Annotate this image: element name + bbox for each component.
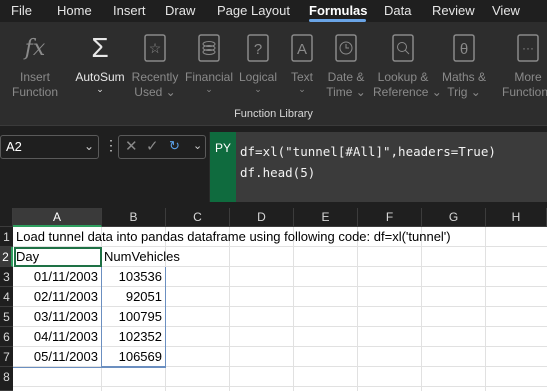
lookup-reference-button[interactable]: Lookup & Reference ⌄: [373, 32, 442, 100]
cell-a6[interactable]: 04/11/2003: [13, 327, 102, 347]
menu-formulas[interactable]: Formulas: [309, 3, 368, 18]
column-header-h[interactable]: H: [486, 208, 547, 227]
autosum-label: AutoSum: [75, 70, 125, 84]
python-formula-editor[interactable]: PY df=xl("tunnel[#All]",headers=True) df…: [209, 132, 547, 202]
svg-text:θ: θ: [460, 41, 468, 58]
clock-book-icon: [316, 32, 376, 64]
text-label: Text: [290, 70, 313, 84]
theta-book-icon: θ: [434, 32, 494, 64]
chevron-down-icon: ⌄: [96, 84, 104, 94]
check-icon[interactable]: ✓: [146, 137, 159, 155]
cell-a4[interactable]: 02/11/2003: [13, 287, 102, 307]
python-output-icon[interactable]: ↻: [169, 138, 180, 154]
date-time-button[interactable]: Date & Time ⌄: [316, 32, 376, 100]
menu-home[interactable]: Home: [57, 3, 92, 18]
table-border-bottom: [13, 367, 166, 368]
function-library-label: Function Library: [234, 108, 313, 120]
svg-text:?: ?: [254, 41, 262, 58]
spreadsheet-grid[interactable]: A B C D E F G H 1 2 3 4 5 6 7 8 Load tun…: [0, 208, 547, 391]
row-header-2[interactable]: 2: [0, 247, 13, 267]
row-header-6[interactable]: 6: [0, 327, 13, 347]
recently-used-label-2: Used: [134, 85, 163, 99]
svg-text:A: A: [297, 41, 307, 58]
row-header-8[interactable]: 8: [0, 367, 13, 391]
maths-trig-label: Maths &: [441, 70, 486, 84]
insert-function-label-2: Function: [11, 85, 59, 99]
more-book-icon: ···: [498, 32, 547, 64]
column-header-e[interactable]: E: [294, 208, 358, 227]
cell-a1[interactable]: Load tunnel data into pandas dataframe u…: [16, 227, 451, 247]
menu-bar: File Home Insert Draw Page Layout Formul…: [0, 0, 547, 22]
more-options-icon[interactable]: ⋮: [104, 137, 118, 154]
code-line-1: df=xl("tunnel[#All]",headers=True): [240, 144, 496, 159]
column-header-a[interactable]: A: [13, 208, 102, 227]
column-header-g[interactable]: G: [422, 208, 486, 227]
maths-trig-label-2: Trig: [447, 85, 468, 99]
cell-a3[interactable]: 01/11/2003: [13, 267, 102, 287]
cell-a7[interactable]: 05/11/2003: [13, 347, 102, 367]
row-header-4[interactable]: 4: [0, 287, 13, 307]
more-functions-button[interactable]: ··· MoreFunctions: [498, 32, 547, 100]
column-header-d[interactable]: D: [230, 208, 294, 227]
chevron-down-icon: ⌄: [83, 139, 94, 153]
recently-used-button[interactable]: ☆ Recently Used ⌄: [125, 32, 185, 100]
column-header-b[interactable]: B: [102, 208, 166, 227]
maths-trig-button[interactable]: θ Maths & Trig ⌄: [434, 32, 494, 100]
star-book-icon: ☆: [125, 32, 185, 64]
search-book-icon: [373, 32, 433, 64]
autosum-button[interactable]: Σ AutoSum ⌄: [70, 32, 130, 94]
table-border: [101, 267, 166, 367]
ribbon: fx Insert Function Σ AutoSum ⌄ ☆ Recently…: [0, 22, 547, 126]
cell-a5[interactable]: 03/11/2003: [13, 307, 102, 327]
menu-view[interactable]: View: [492, 3, 520, 18]
svg-text:☆: ☆: [149, 40, 162, 56]
more-functions-label: More: [514, 70, 542, 84]
more-functions-label-2: Functions: [501, 85, 547, 99]
cancel-icon[interactable]: ✕: [125, 137, 138, 155]
select-all-corner[interactable]: [0, 208, 13, 227]
insert-function-label: Insert: [19, 70, 50, 84]
python-badge-label: PY: [215, 141, 232, 155]
menu-page-layout[interactable]: Page Layout: [217, 3, 290, 18]
lookup-reference-label: Lookup &: [377, 70, 429, 84]
recently-used-label: Recently: [131, 70, 179, 84]
column-header-c[interactable]: C: [166, 208, 230, 227]
python-badge: PY: [210, 132, 236, 202]
cell-b2[interactable]: NumVehicles: [104, 247, 180, 267]
formula-bar: A2 ⌄ ⋮ ✕ ✓ ↻ ⌄ PY df=xl("tunnel[#All]",h…: [0, 126, 547, 208]
fx-icon: fx: [24, 35, 46, 61]
menu-draw[interactable]: Draw: [165, 3, 195, 18]
name-box[interactable]: A2 ⌄: [0, 135, 99, 159]
lookup-reference-label-2: Reference: [373, 85, 429, 99]
financial-label: Financial: [184, 70, 234, 84]
row-header-7[interactable]: 7: [0, 347, 13, 367]
menu-file[interactable]: File: [11, 3, 32, 18]
date-time-label-2: Time: [326, 85, 353, 99]
svg-text:···: ···: [522, 41, 534, 55]
date-time-label: Date &: [327, 70, 365, 84]
insert-function-button[interactable]: fx Insert Function: [5, 32, 65, 100]
code-line-2: df.head(5): [240, 165, 316, 180]
sigma-icon: Σ: [91, 32, 109, 63]
menu-insert[interactable]: Insert: [113, 3, 146, 18]
menu-data[interactable]: Data: [384, 3, 411, 18]
row-header-3[interactable]: 3: [0, 267, 13, 287]
formula-buttons: ✕ ✓ ↻ ⌄: [118, 135, 206, 159]
chevron-down-icon[interactable]: ⌄: [193, 139, 202, 152]
name-box-value: A2: [6, 139, 22, 154]
row-header-5[interactable]: 5: [0, 307, 13, 327]
column-header-f[interactable]: F: [358, 208, 422, 227]
menu-review[interactable]: Review: [432, 3, 475, 18]
row-header-1[interactable]: 1: [0, 227, 13, 247]
active-cell-indicator: [14, 247, 102, 267]
